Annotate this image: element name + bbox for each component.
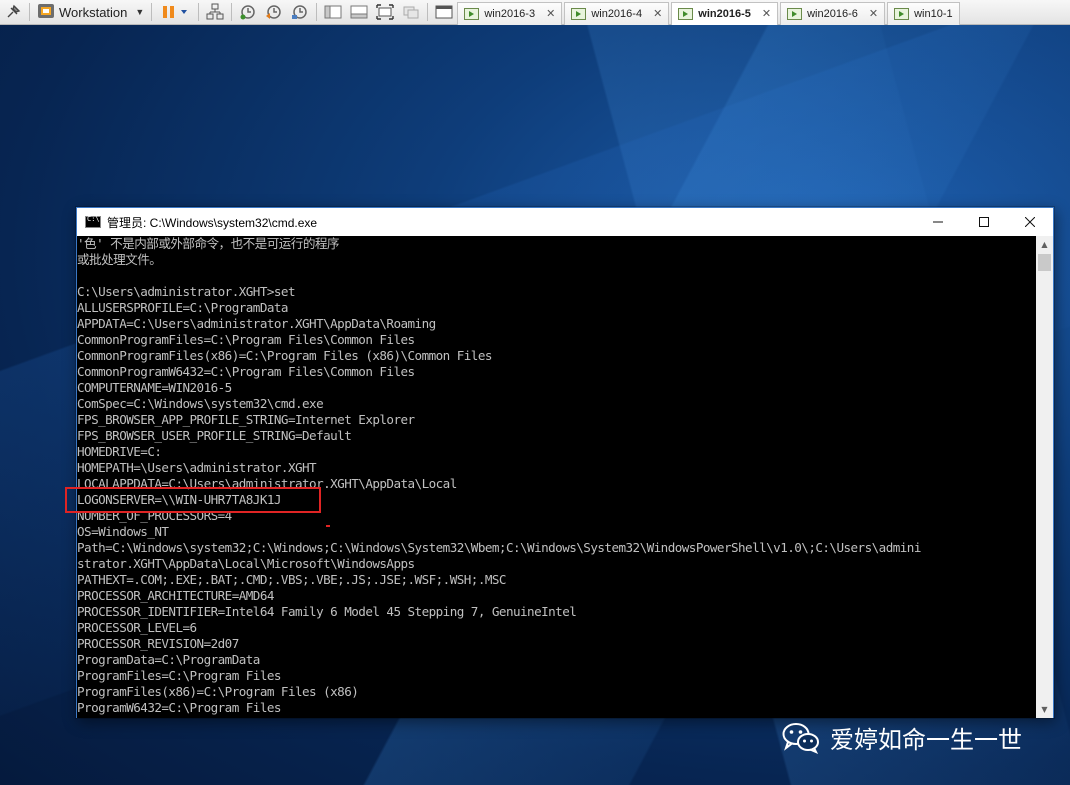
logonserver-highlight-box — [65, 487, 321, 513]
tab-win2016-5[interactable]: win2016-5 ✕ — [671, 1, 779, 25]
workstation-menu[interactable]: Workstation ▼ — [33, 3, 148, 22]
console-line: ComSpec=C:\Windows\system32\cmd.exe — [77, 396, 324, 411]
vm-running-icon — [464, 7, 480, 20]
tab-label: win2016-3 — [484, 7, 536, 20]
console-line: ProgramFiles=C:\Program Files — [77, 668, 281, 683]
tab-win2016-3[interactable]: win2016-3 ✕ — [457, 1, 563, 25]
watermark-text: 爱婷如命一生一世 — [830, 726, 1022, 754]
console-line: CommonProgramFiles=C:\Program Files\Comm… — [77, 332, 415, 347]
console-line: FPS_BROWSER_USER_PROFILE_STRING=Default — [77, 428, 352, 443]
console-line: COMPUTERNAME=WIN2016-5 — [77, 380, 232, 395]
console-line: ProgramFiles(x86)=C:\Program Files (x86) — [77, 684, 359, 699]
vm-running-icon — [678, 7, 694, 20]
pause-button[interactable] — [155, 1, 195, 23]
toolbar-separator — [316, 3, 318, 21]
snapshot-manager-icon[interactable] — [287, 1, 313, 23]
sidebar-toggle-icon[interactable] — [320, 1, 346, 23]
tab-label: win2016-5 — [698, 7, 751, 20]
console-line: PROCESSOR_REVISION=2d07 — [77, 636, 239, 651]
minimize-button[interactable] — [915, 208, 961, 236]
toolbar-separator — [151, 3, 153, 21]
tab-win10-1[interactable]: win10-1 — [887, 1, 960, 25]
toolbar-separator — [231, 3, 233, 21]
tab-label: win10-1 — [914, 7, 953, 20]
tab-win2016-6[interactable]: win2016-6 ✕ — [780, 1, 886, 25]
toolbar-separator — [427, 3, 429, 21]
close-icon[interactable]: ✕ — [762, 7, 771, 20]
wechat-icon — [782, 722, 820, 754]
console-line: strator.XGHT\AppData\Local\Microsoft\Win… — [77, 556, 415, 571]
cmd-title-bar[interactable]: 管理员: C:\Windows\system32\cmd.exe — [77, 208, 1053, 236]
vm-running-icon — [894, 7, 910, 20]
scrollbar-thumb[interactable] — [1038, 254, 1051, 271]
workstation-label: Workstation — [59, 4, 128, 20]
maximize-button[interactable] — [961, 208, 1007, 236]
console-view-icon[interactable] — [431, 1, 457, 23]
close-icon[interactable]: ✕ — [546, 7, 555, 20]
revert-snapshot-icon[interactable] — [261, 1, 287, 23]
toolbar-separator — [29, 3, 30, 21]
toolbar-separator — [198, 3, 200, 21]
thumbnail-bar-icon[interactable] — [346, 1, 372, 23]
console-line: APPDATA=C:\Users\administrator.XGHT\AppD… — [77, 316, 436, 331]
watermark: 爱婷如命一生一世 — [782, 720, 1022, 755]
scroll-down-arrow-icon[interactable]: ▼ — [1036, 701, 1053, 718]
close-icon[interactable]: ✕ — [869, 7, 878, 20]
vertical-scrollbar[interactable]: ▲ ▼ — [1036, 236, 1053, 718]
tab-label: win2016-4 — [591, 7, 643, 20]
workstation-logo-icon — [37, 3, 55, 22]
network-icon[interactable] — [202, 1, 228, 23]
console-line: 或批处理文件。 — [77, 252, 162, 267]
close-icon[interactable]: ✕ — [653, 7, 662, 20]
pin-icon[interactable] — [0, 1, 26, 23]
console-line: PROCESSOR_IDENTIFIER=Intel64 Family 6 Mo… — [77, 604, 577, 619]
console-line: PROCESSOR_ARCHITECTURE=AMD64 — [77, 588, 274, 603]
console-line: HOMEPATH=\Users\administrator.XGHT — [77, 460, 317, 475]
cmd-icon[interactable] — [85, 215, 101, 228]
fullscreen-icon[interactable] — [372, 1, 398, 23]
scroll-up-arrow-icon[interactable]: ▲ — [1036, 236, 1053, 253]
console-line: C:\Users\administrator.XGHT>set — [77, 284, 296, 299]
console-output[interactable]: '色' 不是内部或外部命令，也不是可运行的程序 或批处理文件。 C:\Users\a… — [77, 236, 1037, 718]
tab-win2016-4[interactable]: win2016-4 ✕ — [564, 1, 670, 25]
unity-mode-icon[interactable] — [398, 1, 424, 23]
console-line: FPS_BROWSER_APP_PROFILE_STRING=Internet … — [77, 412, 415, 427]
vm-running-icon — [571, 7, 587, 20]
console-line: Path=C:\Windows\system32;C:\Windows;C:\W… — [77, 540, 921, 555]
console-line: CommonProgramW6432=C:\Program Files\Comm… — [77, 364, 415, 379]
snapshot-icon[interactable] — [235, 1, 261, 23]
chevron-down-icon: ▼ — [135, 7, 145, 17]
console-line: PROCESSOR_LEVEL=6 — [77, 620, 197, 635]
console-line: PATHEXT=.COM;.EXE;.BAT;.CMD;.VBS;.VBE;.J… — [77, 572, 507, 587]
tab-label: win2016-6 — [807, 7, 858, 20]
console-line: OS=Windows_NT — [77, 524, 169, 539]
console-line: '色' 不是内部或外部命令，也不是可运行的程序 — [77, 236, 340, 251]
console-line: ProgramW6432=C:\Program Files — [77, 700, 281, 715]
cmd-window-title: 管理员: C:\Windows\system32\cmd.exe — [107, 215, 318, 230]
console-line: ProgramData=C:\ProgramData — [77, 652, 260, 667]
window-controls — [915, 208, 1053, 236]
vm-running-icon — [787, 7, 803, 20]
annotation-mark — [326, 525, 330, 527]
vmware-toolbar: Workstation ▼ win2016-3 ✕ win2016-4 ✕ wi… — [0, 0, 1070, 25]
console-line: ALLUSERSPROFILE=C:\ProgramData — [77, 300, 289, 315]
cmd-window[interactable]: 管理员: C:\Windows\system32\cmd.exe '色' 不是内… — [76, 207, 1054, 718]
console-line: HOMEDRIVE=C: — [77, 444, 162, 459]
close-button[interactable] — [1007, 208, 1053, 236]
console-line: CommonProgramFiles(x86)=C:\Program Files… — [77, 348, 492, 363]
